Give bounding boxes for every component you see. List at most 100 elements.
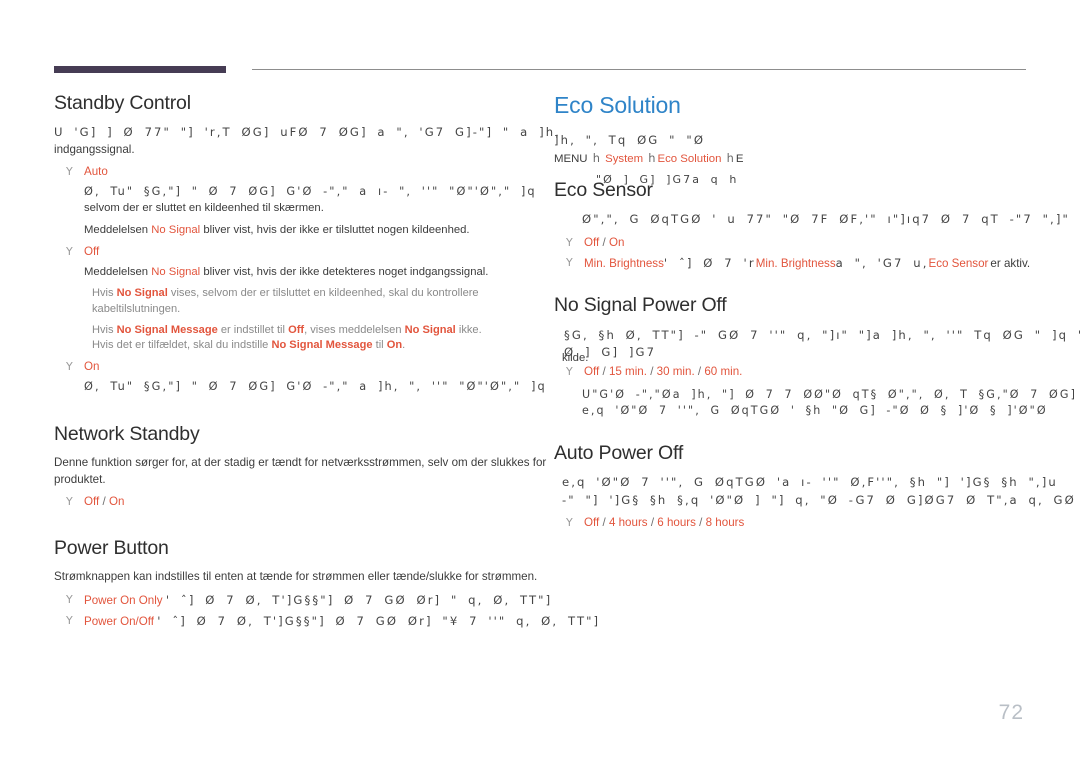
page-title-power-button: Power Button bbox=[54, 536, 169, 559]
chevron-right-icon: h bbox=[592, 151, 600, 166]
garbled-run: ' ˆ] Ø 7 Ø, T']G§§"] Ø 7 GØ Ør] "¥ 7 ''"… bbox=[157, 613, 601, 628]
text-mid: til bbox=[372, 339, 387, 352]
option-auto-description: Ø, Tu" §G,"] " Ø 7 ØG] G'Ø -"," a ı- ", … bbox=[54, 184, 554, 216]
bullet-marker-icon: Y bbox=[66, 165, 73, 179]
breadcrumb-root: MENU bbox=[554, 153, 588, 166]
option-separator: / bbox=[647, 516, 658, 530]
section-eco-solution: Eco Solution ]h, ", Tq ØG " "Ø MENU h Sy… bbox=[554, 92, 1064, 165]
text-post: ikke. bbox=[455, 323, 482, 336]
section-power-button: Power Button Strømknappen kan indstilles… bbox=[54, 536, 598, 631]
breadcrumb: MENU h System h Eco Solution hE bbox=[554, 151, 1064, 165]
option-eco-sensor-values: Y Off / On bbox=[554, 235, 1064, 252]
no-signal-power-off-note: U"G'Ø -","Øa ]h, "] Ø 7 7 ØØ"Ø qT§ Ø",",… bbox=[582, 387, 1075, 421]
option-label: Power On Only bbox=[84, 593, 163, 607]
option-power-on-off: Y Power On/Off ' ˆ] Ø 7 Ø, T']G§§"] Ø 7 … bbox=[54, 613, 598, 631]
garbled-run: ' ˆ] Ø 7 Ø, T']G§§"] Ø 7 GØ Ør] " q, Ø, … bbox=[165, 592, 553, 607]
overlap-label-eco-sensor: Eco Sensor bbox=[928, 256, 989, 270]
highlight-no-signal: No Signal bbox=[151, 265, 201, 278]
garbled-run: Ø, Tu" §G,"] " Ø 7 ØG] G'Ø -"," a ]h, ",… bbox=[84, 379, 547, 393]
option-label: Off bbox=[84, 245, 100, 259]
highlight-off: Off bbox=[288, 323, 305, 336]
text-pre: Hvis bbox=[92, 323, 117, 336]
page-title-eco-sensor: Eco Sensor bbox=[554, 179, 653, 202]
option-auto-power-off-values: Y Off / 4 hours / 6 hours / 8 hours bbox=[554, 515, 1064, 532]
bullet-marker-icon: Y bbox=[66, 360, 73, 374]
option-4-hours: 4 hours bbox=[608, 516, 648, 530]
left-column: Standby Control U 'G] ] Ø 77" "] 'r,T ØG… bbox=[54, 92, 598, 652]
breadcrumb-item-system: System bbox=[605, 153, 644, 166]
text-pre: Meddelelsen bbox=[84, 265, 152, 278]
page-title-auto-power-off: Auto Power Off bbox=[554, 442, 684, 465]
auto-power-off-body: e,q 'Ø"Ø 7 ''", G ØqTGØ 'a ı- ''" Ø,F''"… bbox=[562, 474, 1074, 509]
power-button-body: Strømknappen kan indstilles til enten at… bbox=[54, 570, 538, 584]
text-mid: er indstillet til bbox=[217, 323, 289, 336]
highlight-no-signal: No Signal bbox=[404, 323, 456, 336]
bullet-marker-icon: Y bbox=[566, 235, 573, 249]
option-on: On bbox=[608, 235, 625, 249]
section-no-signal-power-off: No Signal Power Off §G, §h Ø, TT"] -" GØ… bbox=[554, 294, 1080, 421]
option-network-standby-values: Y Off / On bbox=[54, 494, 554, 511]
highlight-no-signal: No Signal bbox=[116, 287, 168, 300]
garbled-run: Ø, Tu" §G,"] " Ø 7 ØG] G'Ø -"," a ı- ", … bbox=[84, 185, 537, 199]
option-off: Off bbox=[584, 364, 600, 378]
highlight-no-signal: No Signal bbox=[151, 224, 201, 237]
text-post: bliver vist, hvis der ikke detekteres no… bbox=[200, 265, 489, 278]
text-pre: Hvis det er tilfældet, skal du indstille bbox=[92, 339, 272, 352]
garbled-run: -" "] ']G§ §h §,q 'Ø"Ø ] "] q, "Ø -G7 Ø … bbox=[562, 492, 1076, 507]
option-off: Off bbox=[584, 516, 600, 530]
page-title-eco-solution: Eco Solution bbox=[554, 92, 681, 118]
garbled-run: e,q 'Ø"Ø 7 ''", G ØqTGØ ' §h "Ø G] -"Ø Ø… bbox=[582, 404, 1048, 418]
breadcrumb-tail: E bbox=[735, 153, 744, 166]
header-rule-accent bbox=[54, 66, 226, 73]
option-60-min: 60 min. bbox=[704, 364, 743, 378]
page-title-standby-control: Standby Control bbox=[54, 92, 191, 114]
text-pre: Meddelelsen bbox=[84, 224, 152, 237]
option-on: Y On bbox=[54, 359, 554, 376]
section-eco-sensor: Eco Sensor "Ø ] G] ]G7a q h Ø",", G ØqTG… bbox=[554, 173, 1068, 273]
note-no-signal-message-off: Hvis No Signal Message er indstillet til… bbox=[92, 323, 554, 355]
garbled-run: Ø ] G] ]G7 bbox=[564, 345, 657, 360]
option-separator: / bbox=[99, 495, 109, 509]
page-number: 72 bbox=[998, 701, 1024, 724]
option-off: Off bbox=[84, 495, 100, 509]
header-rule-line bbox=[252, 69, 1026, 70]
network-standby-body: Denne funktion sørger for, at der stadig… bbox=[54, 456, 547, 486]
option-6-hours: 6 hours bbox=[657, 516, 696, 530]
option-off-description: Meddelelsen No Signal bliver vist, hvis … bbox=[54, 264, 554, 280]
garbled-run: a ", 'G7 u, bbox=[835, 255, 929, 270]
min-brightness-tail-inline: er aktiv. bbox=[990, 256, 1031, 270]
option-8-hours: 8 hours bbox=[705, 516, 745, 530]
option-15-min: 15 min. bbox=[608, 364, 647, 378]
option-separator: / bbox=[694, 364, 705, 378]
option-30-min: 30 min. bbox=[656, 364, 695, 378]
option-separator: / bbox=[599, 235, 609, 249]
option-on-description: Ø, Tu" §G,"] " Ø 7 ØG] G'Ø -"," a ]h, ",… bbox=[54, 379, 554, 395]
bullet-marker-icon: Y bbox=[566, 364, 573, 378]
section-auto-power-off: Auto Power Off e,q 'Ø"Ø 7 ''", G ØqTGØ '… bbox=[554, 442, 1074, 532]
option-label: Power On/Off bbox=[84, 614, 155, 628]
no-signal-power-off-body: §G, §h Ø, TT"] -" GØ 7 ''" q, "]ı" "]a ]… bbox=[564, 327, 1080, 362]
garbled-run: U"G'Ø -","Øa ]h, "] Ø 7 7 ØØ"Ø qT§ Ø",",… bbox=[582, 387, 1078, 401]
option-power-on-only: Y Power On Only ' ˆ] Ø 7 Ø, T']G§§"] Ø 7… bbox=[54, 592, 554, 610]
standby-control-intro: U 'G] ] Ø 77" "] 'r,T ØG] uFØ 7 ØG] a ",… bbox=[54, 124, 559, 158]
page-header-rule bbox=[54, 66, 1026, 74]
chevron-right-icon: h bbox=[726, 151, 734, 166]
eco-sensor-body: Ø",", G ØqTGØ ' u 77" "Ø 7F ØF,'" ı"]ıq7… bbox=[582, 211, 1068, 228]
eco-solution-intro: ]h, ", Tq ØG " "Ø bbox=[554, 132, 1064, 149]
note-cable-check: Hvis No Signal vises, selvom der er tils… bbox=[92, 286, 554, 318]
option-off: Y Off bbox=[54, 244, 554, 261]
option-off: Off bbox=[584, 235, 600, 249]
garbled-run: ' ˆ] Ø 7 'r bbox=[663, 255, 756, 270]
highlight-no-signal-message: No Signal Message bbox=[116, 323, 218, 336]
garbled-run: Ø",", G ØqTGØ ' u 77" "Ø 7F ØF,'" ı"]ıq7… bbox=[582, 212, 1070, 227]
text-post: . bbox=[402, 339, 406, 352]
text-mid2: , vises meddelelsen bbox=[304, 323, 405, 336]
option-min-brightness: Y Min. Brightness' ˆ] Ø 7 'rMin. Brightn… bbox=[554, 255, 1064, 273]
highlight-on: On bbox=[386, 339, 403, 352]
bullet-marker-icon: Y bbox=[66, 495, 73, 509]
right-column: Eco Solution ]h, ", Tq ØG " "Ø MENU h Sy… bbox=[554, 92, 1080, 554]
section-network-standby: Network Standby Denne funktion sørger fo… bbox=[54, 423, 554, 511]
bullet-marker-icon: Y bbox=[66, 245, 73, 259]
bullet-marker-icon: Y bbox=[66, 613, 73, 627]
garbled-run: ]h, ", Tq ØG " "Ø bbox=[554, 132, 706, 147]
